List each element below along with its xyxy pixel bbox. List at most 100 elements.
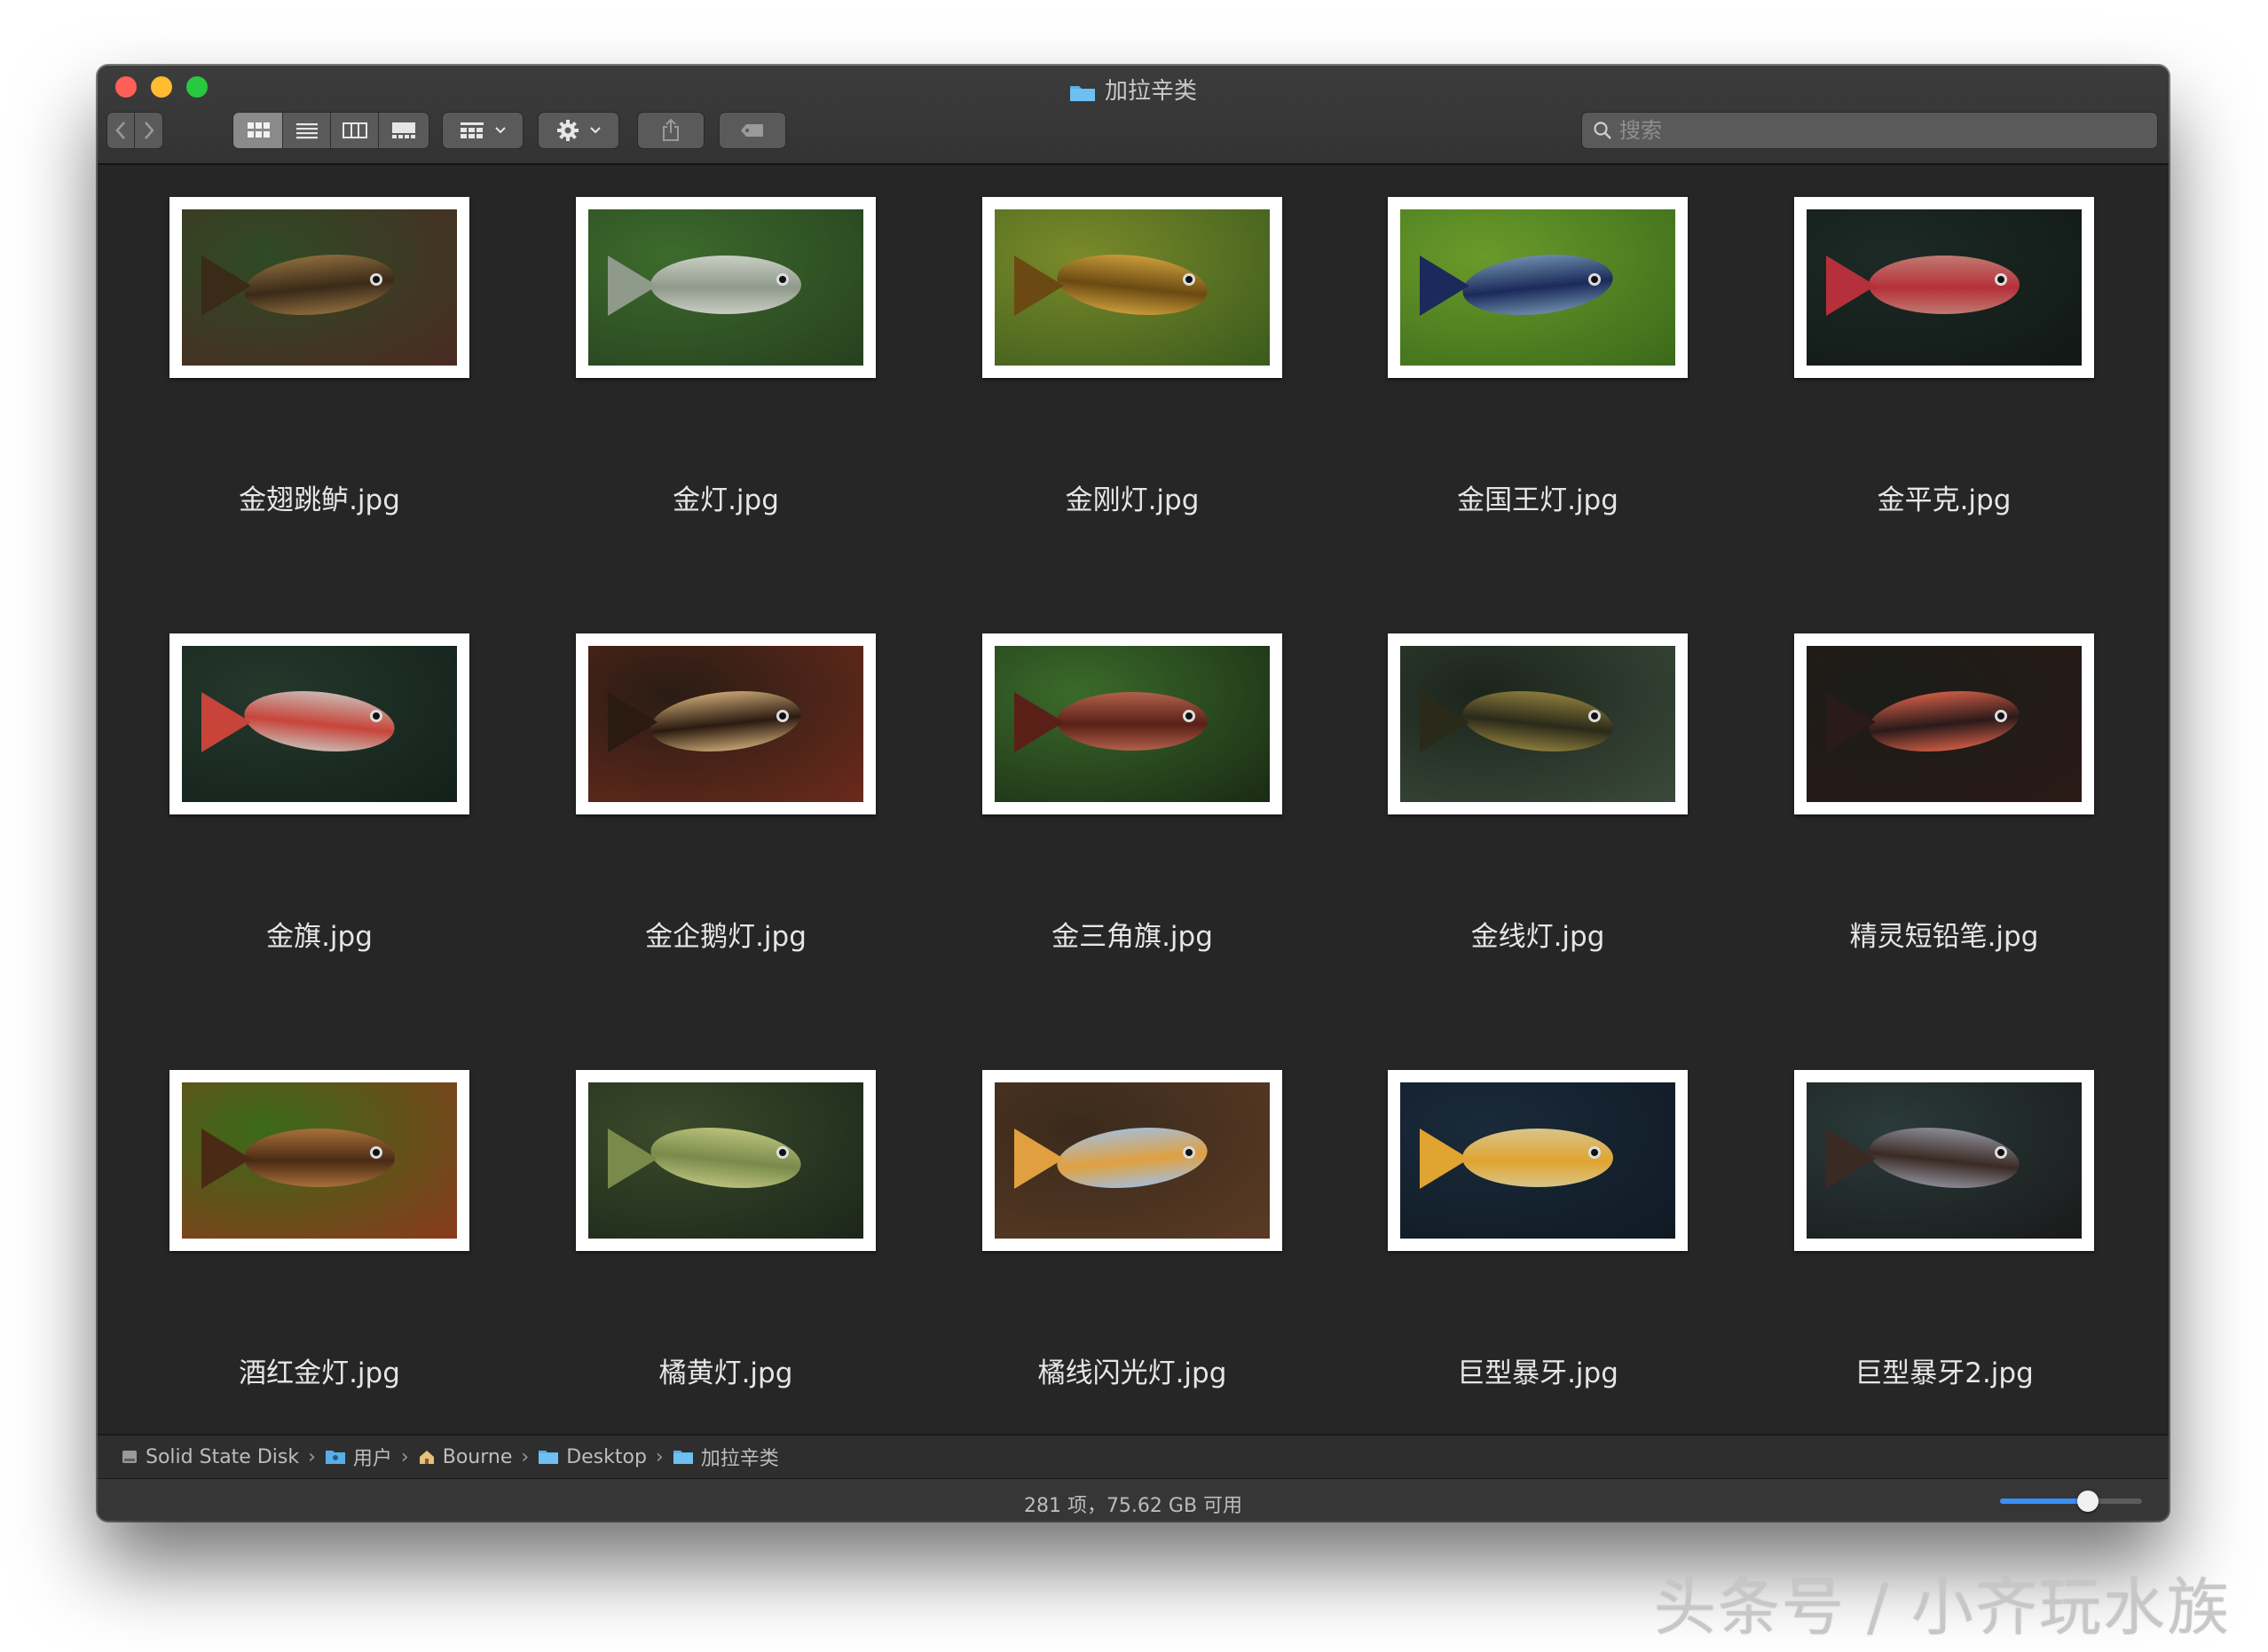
path-separator: › (655, 1445, 664, 1468)
fish-eye (370, 1146, 382, 1159)
file-thumbnail[interactable] (1388, 633, 1688, 814)
file-thumbnail[interactable] (1794, 1070, 2094, 1251)
tags-button[interactable] (719, 112, 786, 149)
watermark: 头条号 / 小齐玩水族 (1653, 1571, 2231, 1644)
column-view-icon (342, 122, 367, 138)
view-mode-control (232, 112, 429, 149)
group-by-button[interactable] (442, 112, 524, 149)
file-name: 金刚灯.jpg (1065, 484, 1200, 516)
fish-photo (1807, 209, 2082, 366)
search-icon (1594, 122, 1611, 139)
file-thumbnail[interactable] (169, 633, 469, 814)
file-thumbnail[interactable] (169, 1070, 469, 1251)
path-item[interactable]: Bourne (418, 1446, 512, 1468)
search-field[interactable] (1581, 112, 2158, 149)
folder-icon (673, 1449, 694, 1465)
chevron-left-icon (115, 122, 125, 139)
path-item[interactable]: Solid State Disk (121, 1446, 299, 1468)
file-thumbnail[interactable] (982, 1070, 1282, 1251)
file-thumbnail[interactable] (1388, 1070, 1688, 1251)
icon-view-icon (247, 122, 270, 138)
file-name: 橘黄灯.jpg (658, 1357, 793, 1389)
fish-photo (182, 1082, 457, 1239)
gear-icon (557, 120, 579, 141)
column-view-button[interactable] (331, 113, 379, 148)
grid-group-icon (461, 122, 484, 138)
fish-photo (182, 646, 457, 802)
fish-tail (201, 692, 251, 752)
file-name: 金平克.jpg (1877, 484, 2012, 516)
gallery-view-button[interactable] (379, 113, 429, 148)
icon-view-button[interactable] (233, 113, 283, 148)
file-name: 巨型暴牙2.jpg (1855, 1357, 2034, 1389)
fish-tail (1014, 256, 1064, 316)
home-icon (418, 1448, 436, 1466)
fish-eye (1995, 273, 2007, 286)
path-item-label: 加拉辛类 (700, 1448, 779, 1470)
file-thumbnail[interactable] (576, 1070, 876, 1251)
forward-button[interactable] (135, 113, 162, 148)
users-folder-icon (325, 1449, 346, 1465)
file-thumbnail[interactable] (169, 197, 469, 378)
status-text: 281 项，75.62 GB 可用 (1023, 1495, 1243, 1517)
titlebar: 加拉辛类 (98, 66, 2169, 165)
fish-eye (1995, 1146, 2007, 1159)
fish-tail (1826, 692, 1876, 752)
fish-photo (995, 646, 1270, 802)
file-name: 酒红金灯.jpg (239, 1357, 400, 1389)
fish-eye (776, 1146, 789, 1159)
file-thumbnail[interactable] (576, 197, 876, 378)
fish-photo (1807, 646, 2082, 802)
fish-eye (370, 273, 382, 286)
path-item-label: Desktop (566, 1445, 647, 1468)
window-title-text: 加拉辛类 (1104, 78, 1197, 105)
file-name: 金翅跳鲈.jpg (239, 484, 400, 516)
fish-tail (1420, 1129, 1469, 1189)
path-item[interactable]: 加拉辛类 (673, 1443, 779, 1471)
chevron-down-icon (590, 127, 601, 134)
gallery-view-icon (392, 122, 415, 138)
file-name: 橘线闪光灯.jpg (1037, 1357, 1227, 1389)
folder-icon (538, 1449, 559, 1465)
folder-icon (1069, 82, 1096, 108)
fish-eye (1588, 273, 1601, 286)
fish-eye (370, 710, 382, 722)
file-thumbnail[interactable] (1388, 197, 1688, 378)
fish-photo (1807, 1082, 2082, 1239)
fish-photo (1400, 1082, 1675, 1239)
file-thumbnail[interactable] (1794, 197, 2094, 378)
fish-eye (1183, 1146, 1195, 1159)
file-name: 精灵短铅笔.jpg (1849, 921, 2039, 953)
file-thumbnail[interactable] (982, 197, 1282, 378)
file-name: 金旗.jpg (266, 921, 373, 953)
file-name: 金三角旗.jpg (1051, 921, 1213, 953)
fish-tail (201, 1129, 251, 1189)
file-thumbnail[interactable] (576, 633, 876, 814)
action-menu-button[interactable] (538, 112, 619, 149)
fish-tail (608, 692, 658, 752)
fish-photo (1400, 209, 1675, 366)
search-input[interactable] (1618, 117, 2136, 144)
path-item[interactable]: Desktop (538, 1446, 647, 1468)
fish-eye (776, 710, 789, 722)
fish-eye (1183, 273, 1195, 286)
path-item-label: 用户 (352, 1448, 392, 1470)
list-view-button[interactable] (283, 113, 331, 148)
fish-eye (1588, 1146, 1601, 1159)
slider-knob[interactable] (2077, 1491, 2099, 1512)
file-thumbnail[interactable] (1794, 633, 2094, 814)
chevron-right-icon (144, 122, 154, 139)
icon-size-slider[interactable] (2000, 1491, 2142, 1512)
file-thumbnail[interactable] (982, 633, 1282, 814)
path-item[interactable]: 用户 (325, 1443, 392, 1471)
fish-photo (1400, 646, 1675, 802)
fish-tail (1826, 256, 1876, 316)
share-button[interactable] (637, 112, 705, 149)
path-separator: › (400, 1445, 409, 1468)
fish-photo (588, 646, 863, 802)
slider-fill (2000, 1499, 2089, 1504)
path-separator: › (308, 1445, 316, 1468)
back-button[interactable] (107, 113, 136, 148)
file-name: 金企鹅灯.jpg (645, 921, 807, 953)
fish-tail (608, 1129, 658, 1189)
